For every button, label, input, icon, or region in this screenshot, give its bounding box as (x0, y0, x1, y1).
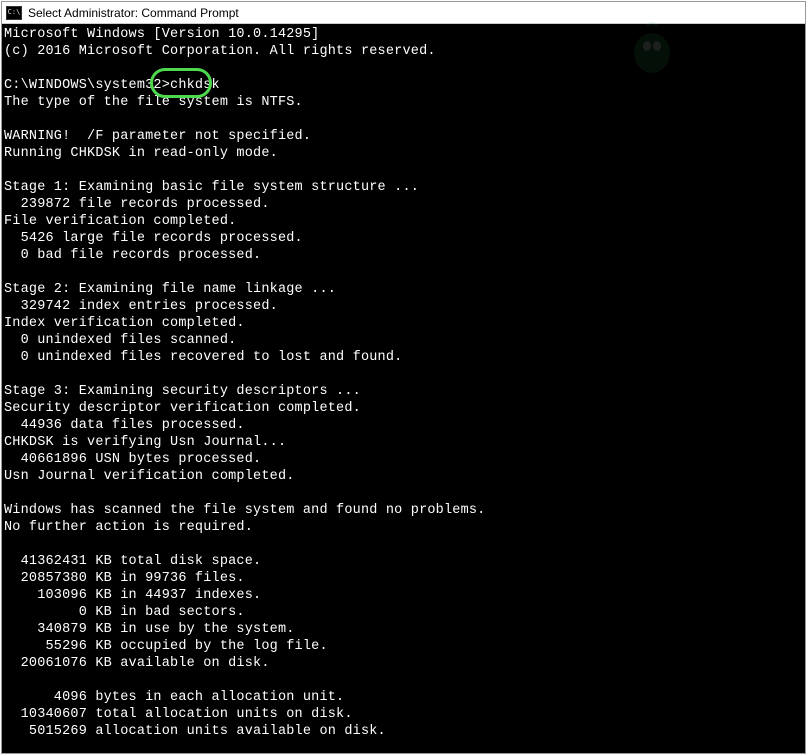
output-line: (c) 2016 Microsoft Corporation. All righ… (4, 44, 436, 59)
output-line: 239872 file records processed. (4, 197, 270, 212)
output-line: Security descriptor verification complet… (4, 401, 361, 416)
output-line: 329742 index entries processed. (4, 299, 278, 314)
output-line: 4096 bytes in each allocation unit. (4, 690, 344, 705)
output-line: Windows has scanned the file system and … (4, 503, 485, 518)
prompt-path: C:\WINDOWS\system32> (4, 78, 170, 93)
output-line: 10340607 total allocation units on disk. (4, 707, 353, 722)
output-line: 55296 KB occupied by the log file. (4, 639, 328, 654)
output-line: CHKDSK is verifying Usn Journal... (4, 435, 286, 450)
output-line: 340879 KB in use by the system. (4, 622, 295, 637)
output-line: Microsoft Windows [Version 10.0.14295] (4, 27, 319, 42)
terminal-output[interactable]: Microsoft Windows [Version 10.0.14295] (… (2, 24, 805, 742)
output-line: Running CHKDSK in read-only mode. (4, 146, 278, 161)
output-line: The type of the file system is NTFS. (4, 95, 303, 110)
output-line: 0 bad file records processed. (4, 248, 261, 263)
output-line: 5015269 allocation units available on di… (4, 724, 386, 739)
output-line: 5426 large file records processed. (4, 231, 303, 246)
output-line: 41362431 KB total disk space. (4, 554, 261, 569)
output-line: 0 unindexed files scanned. (4, 333, 236, 348)
cmd-window: C:\ Select Administrator: Command Prompt… (1, 1, 806, 754)
watermark-icon (627, 18, 677, 83)
titlebar[interactable]: C:\ Select Administrator: Command Prompt (2, 2, 805, 24)
output-line: Stage 2: Examining file name linkage ... (4, 282, 336, 297)
output-line: Stage 1: Examining basic file system str… (4, 180, 419, 195)
output-line: 0 unindexed files recovered to lost and … (4, 350, 402, 365)
output-line: File verification completed. (4, 214, 236, 229)
output-line: 40661896 USN bytes processed. (4, 452, 261, 467)
output-line: WARNING! /F parameter not specified. (4, 129, 311, 144)
output-line: 44936 data files processed. (4, 418, 245, 433)
output-line: Usn Journal verification completed. (4, 469, 295, 484)
output-line: 0 KB in bad sectors. (4, 605, 245, 620)
output-line: 20857380 KB in 99736 files. (4, 571, 245, 586)
output-line: 103096 KB in 44937 indexes. (4, 588, 261, 603)
output-line: No further action is required. (4, 520, 253, 535)
output-line: Index verification completed. (4, 316, 245, 331)
prompt-command: chkdsk (170, 78, 220, 93)
window-title: Select Administrator: Command Prompt (28, 6, 239, 20)
cmd-icon: C:\ (6, 6, 22, 20)
output-line: Stage 3: Examining security descriptors … (4, 384, 361, 399)
cmd-icon-glyph: C:\ (8, 9, 21, 16)
output-line: 20061076 KB available on disk. (4, 656, 270, 671)
